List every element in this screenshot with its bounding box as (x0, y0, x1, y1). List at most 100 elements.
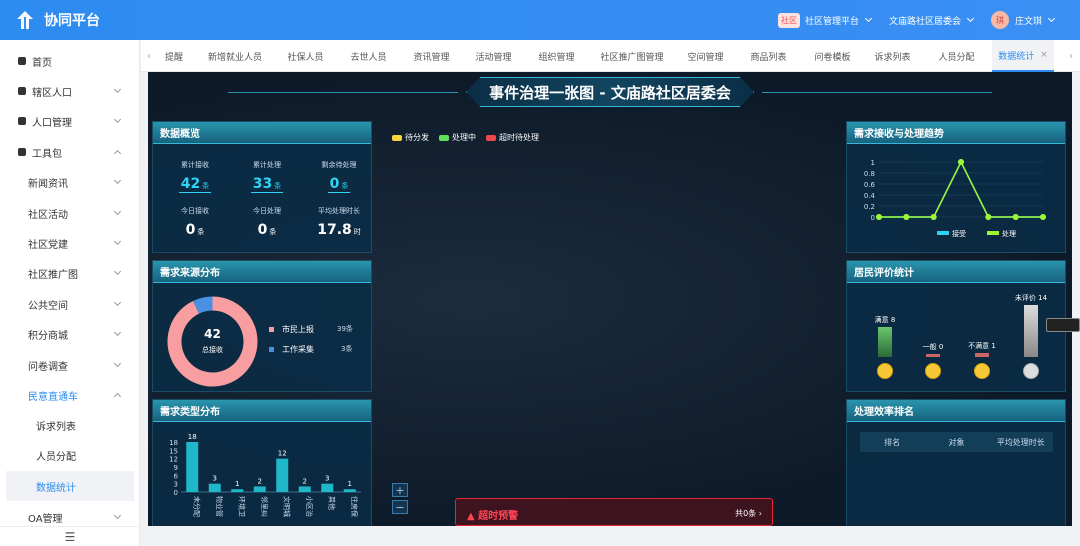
bar-7 (343, 489, 356, 492)
tab-12[interactable]: 人员分配 (929, 40, 984, 72)
sidebar-item-label: 数据统计 (36, 482, 76, 494)
source-legend-item: 工作采集 (269, 344, 314, 355)
tab-label: 组织管理 (538, 52, 575, 63)
y-tick-label: 1 (871, 159, 875, 167)
donut-total: 42 (204, 327, 221, 341)
bar-value-label: 12 (278, 450, 287, 458)
sidebar-item-11[interactable]: 民意直通车 (0, 380, 140, 410)
sidebar-item-5[interactable]: 社区活动 (0, 198, 140, 228)
zoom-out-button[interactable]: − (392, 500, 408, 514)
rating-bar (975, 353, 989, 357)
chevron-down-icon (1047, 14, 1056, 23)
stat-value-wrap: 17.8 时 (303, 222, 375, 238)
source-count: 39条 (337, 325, 353, 333)
tab-label: 去世人员 (350, 52, 387, 63)
rating-label: 一般 0 (922, 343, 944, 351)
legend-label: 处理中 (452, 133, 476, 142)
tab-label: 社保人员 (287, 52, 324, 63)
donut-total-label: 总接收 (202, 346, 223, 354)
sidebar-item-14[interactable]: 数据统计 (6, 471, 134, 501)
sidebar-item-label: 新闻资讯 (28, 178, 68, 190)
stat-item: 今日接收 0 条 (159, 206, 231, 238)
tab-10[interactable]: 问卷模板 (805, 40, 860, 72)
chevron-down-icon (113, 328, 122, 337)
tab-1[interactable]: 新增就业人员 (199, 40, 271, 72)
bar-4 (276, 458, 289, 492)
tab-label: 数据统计 (998, 51, 1035, 62)
legend-label: 接受 (952, 229, 966, 238)
sidebar-item-6[interactable]: 社区党建 (0, 228, 140, 258)
tab-label: 提醒 (164, 52, 183, 63)
chevron-down-icon (113, 267, 122, 276)
user-name: 庄文琪 (1015, 16, 1043, 27)
sidebar-item-2[interactable]: 人口管理 (0, 106, 140, 136)
tab-13[interactable]: 数据统计 × (992, 40, 1054, 72)
tab-label: 社区推广图管理 (600, 52, 664, 63)
app-title: 协同平台 (44, 13, 100, 29)
y-tick-label: 0.4 (864, 192, 876, 200)
bar-3 (253, 486, 266, 492)
panel-title: 居民评价统计 (847, 261, 1065, 283)
tab-scroll-right-icon[interactable]: › (1065, 40, 1077, 72)
tab-4[interactable]: 资讯管理 (404, 40, 459, 72)
happy-face-icon (877, 363, 893, 379)
sidebar-item-10[interactable]: 问卷调查 (0, 350, 140, 380)
column-header: 平均处理时长 (996, 437, 1045, 447)
y-tick-label: 3 (174, 481, 178, 489)
tab-5[interactable]: 活动管理 (466, 40, 521, 72)
stat-value: 33 (252, 176, 273, 192)
tab-0[interactable]: 提醒 (157, 40, 191, 72)
column-header: 排名 (884, 437, 901, 447)
sidebar-item-9[interactable]: 积分商城 (0, 319, 140, 349)
sidebar-item-3[interactable]: 工具包 (0, 137, 140, 167)
chevron-up-icon (113, 149, 122, 158)
chevron-down-icon (113, 85, 122, 94)
stat-item: 剩余待处理 0 条 (303, 160, 375, 193)
close-icon[interactable]: × (1040, 50, 1048, 60)
sidebar-item-7[interactable]: 社区推广图 (0, 258, 140, 288)
rating-label: 不满意 1 (968, 342, 996, 351)
tab-2[interactable]: 社保人员 (278, 40, 333, 72)
platform-switcher[interactable]: 社区 社区管理平台 (778, 0, 873, 40)
org-label: 文庙路社区居委会 (889, 16, 962, 27)
tab-6[interactable]: 组织管理 (529, 40, 584, 72)
user-menu[interactable]: 琪 庄文琪 (991, 0, 1056, 40)
y-tick-label: 18 (169, 439, 178, 447)
y-tick-label: 12 (169, 456, 178, 464)
legend-label: 超时待处理 (499, 133, 539, 142)
tab-7[interactable]: 社区推广图管理 (592, 40, 672, 72)
tab-label: 问卷模板 (814, 52, 851, 63)
zoom-in-button[interactable]: + (392, 483, 408, 497)
rating-bar (926, 354, 940, 357)
donut-slice-0 (167, 296, 258, 387)
sidebar-item-1[interactable]: 辖区人口 (0, 76, 140, 106)
floating-widget[interactable] (1046, 318, 1080, 332)
panel-title: 需求来源分布 (153, 261, 371, 283)
tab-scroll-left-icon[interactable]: ‹ (143, 40, 155, 72)
platform-label: 社区管理平台 (805, 16, 860, 27)
legend-pending: 待分发 (392, 132, 429, 143)
y-tick-label: 0.8 (864, 170, 875, 178)
stat-item: 累计接收 42 条 (159, 160, 231, 193)
tab-9[interactable]: 商品列表 (741, 40, 796, 72)
tab-8[interactable]: 空间管理 (678, 40, 733, 72)
source-donut-chart (167, 296, 258, 387)
org-switcher[interactable]: 文庙路社区居委会 (889, 0, 975, 40)
sidebar-item-12[interactable]: 诉求列表 (0, 410, 140, 440)
tab-11[interactable]: 诉求列表 (865, 40, 920, 72)
tab-3[interactable]: 去世人员 (341, 40, 396, 72)
legend-swatch (269, 347, 274, 352)
alert-count-text: 共0条 (735, 509, 757, 518)
series-point (985, 214, 992, 220)
sidebar-item-0[interactable]: 首页 (0, 46, 140, 76)
sidebar-item-8[interactable]: 公共空间 (0, 289, 140, 319)
donut-slice-1 (192, 296, 213, 314)
chevron-down-icon (113, 207, 122, 216)
alert-count[interactable]: 共0条 › (735, 508, 762, 519)
sidebar-item-13[interactable]: 人员分配 (0, 440, 140, 470)
type-bar-chart: 036912151818未分配3物业管1环境卫2邻里纠12文明城2小区治3其他1… (169, 433, 361, 517)
stat-unit: 条 (197, 228, 205, 236)
overdue-alert-panel[interactable]: ▲ 超时预警 共0条 › (455, 498, 773, 526)
menu-fold-icon[interactable]: ☰ (0, 526, 140, 546)
sidebar-item-4[interactable]: 新闻资讯 (0, 167, 140, 197)
